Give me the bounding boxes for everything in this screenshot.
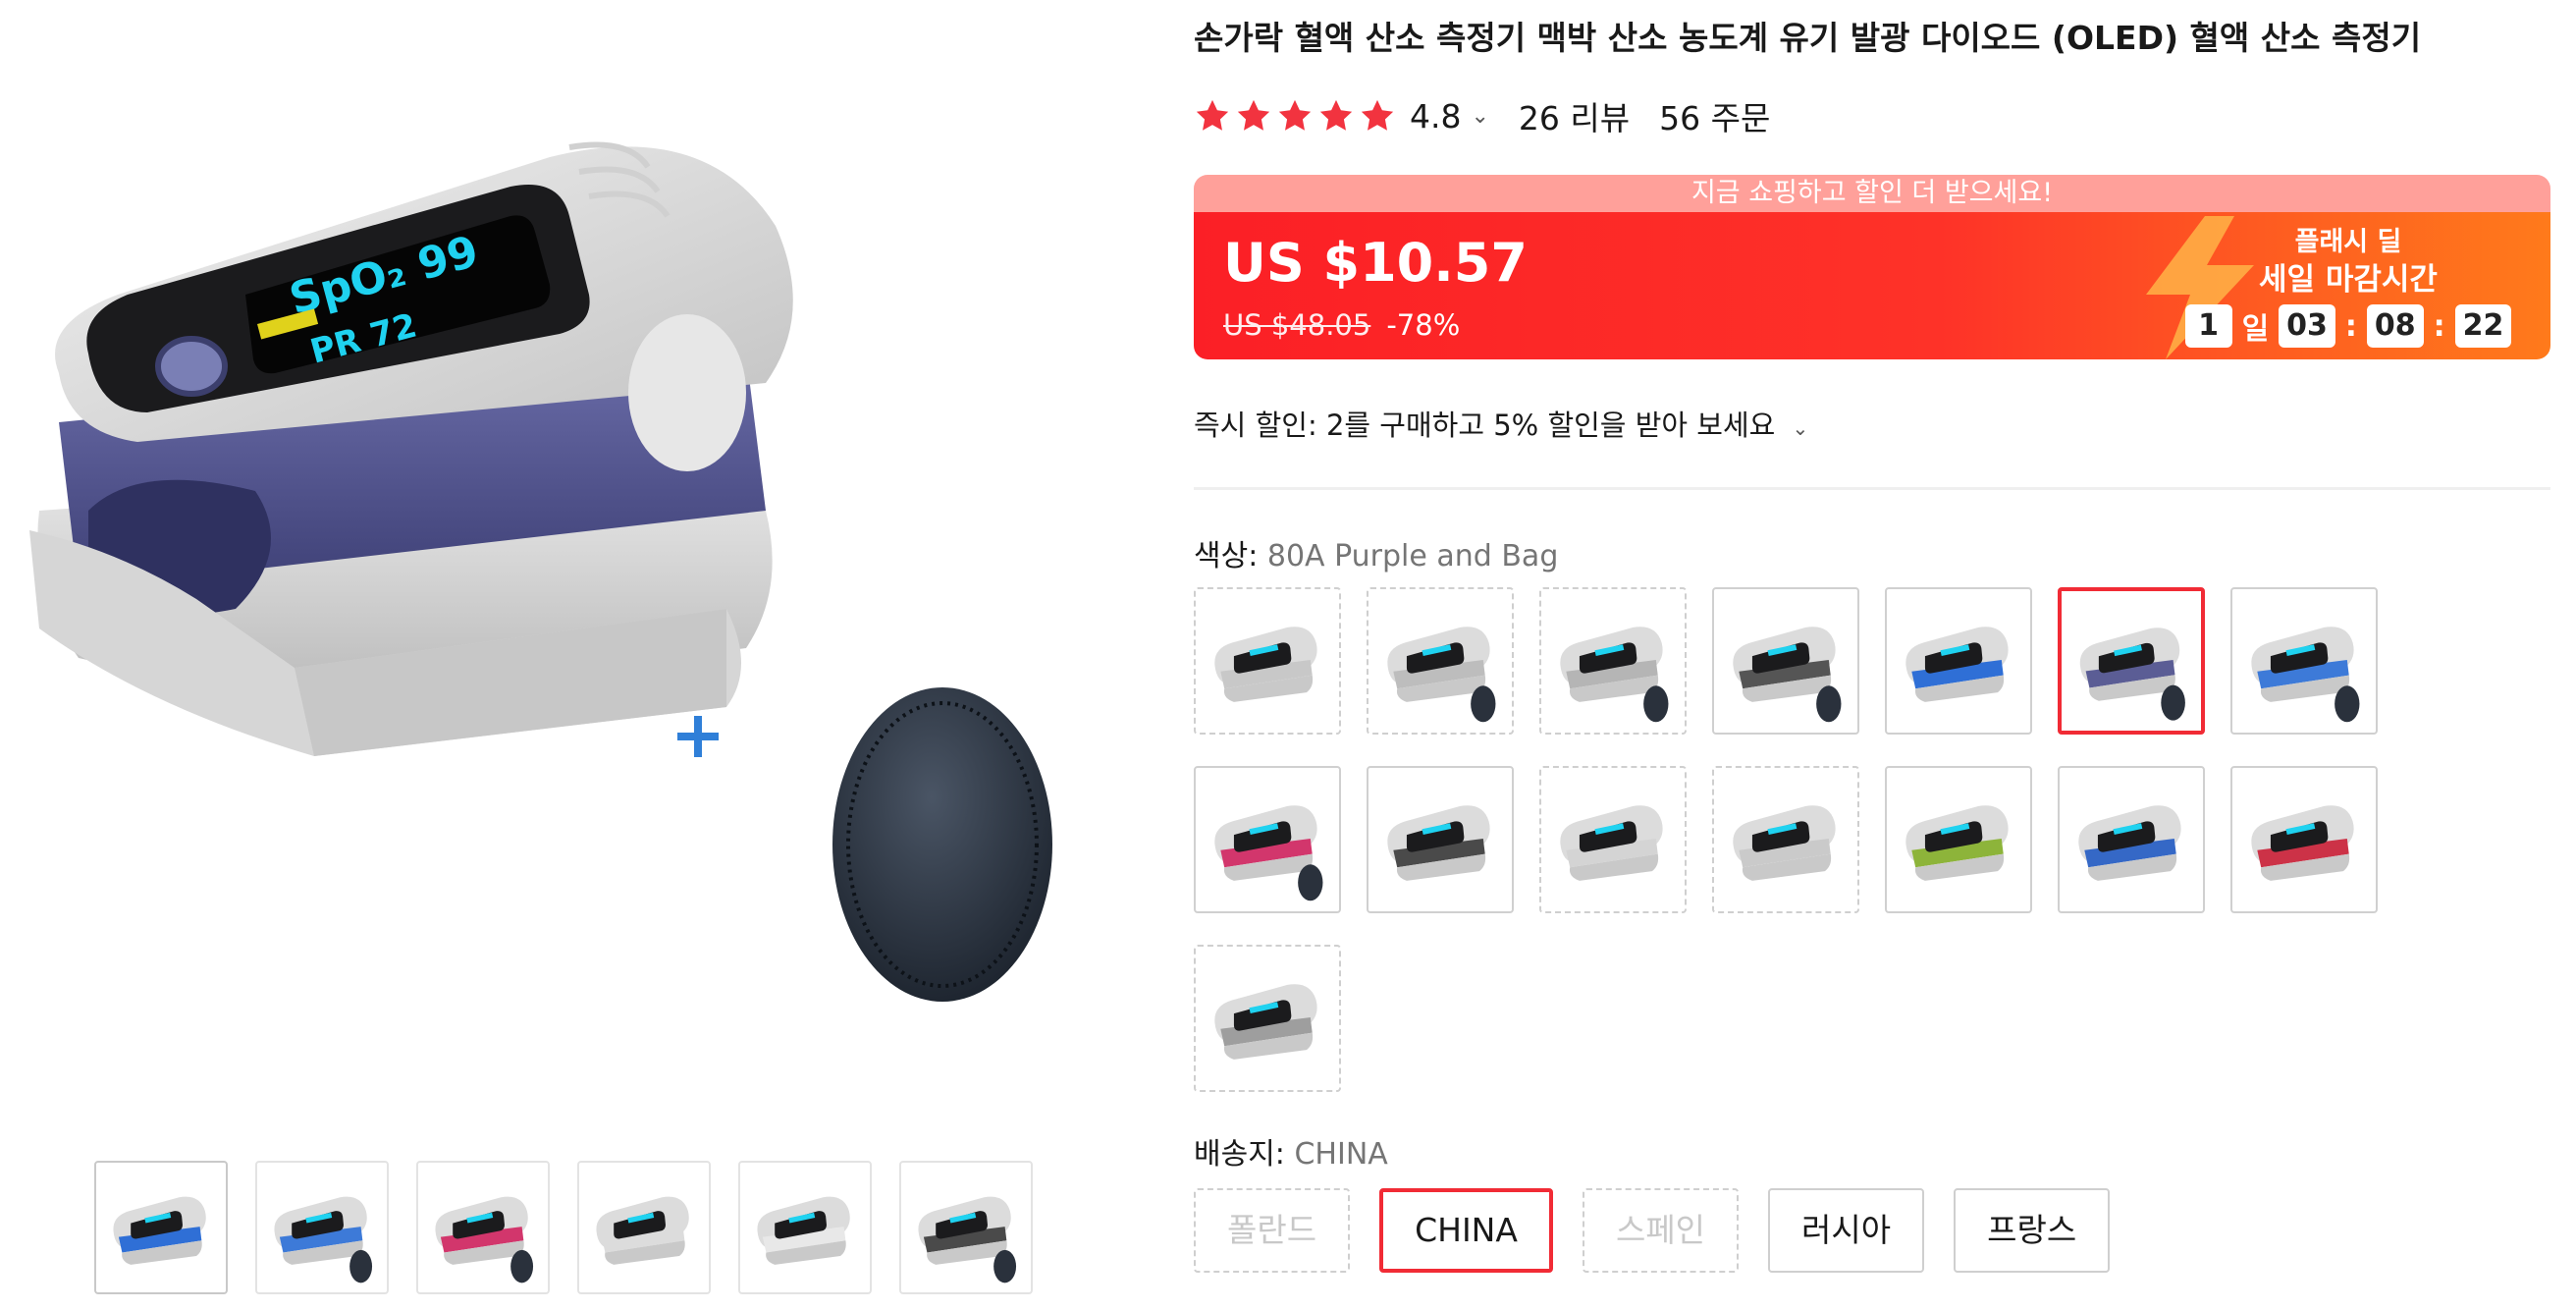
original-price-row: US $48.05 -78% bbox=[1223, 308, 1460, 342]
instant-discount-text: 2를 구매하고 5% 할인을 받아 보세요 bbox=[1325, 409, 1776, 442]
countdown-timer: 1 일 03 : 08 : 22 bbox=[2172, 304, 2525, 348]
color-swatch-white-gray-tilted[interactable] bbox=[1194, 587, 1341, 735]
color-swatch-pink-with-case[interactable] bbox=[1194, 766, 1341, 913]
thumbnail-image bbox=[757, 1196, 850, 1265]
color-swatch-green[interactable] bbox=[1885, 766, 2032, 913]
rating-stars bbox=[1194, 97, 1396, 135]
rating-row: 4.8 ⌄ 26 리뷰 56 주문 bbox=[1194, 92, 1770, 139]
original-price: US $48.05 bbox=[1223, 308, 1371, 342]
color-swatch-blue[interactable] bbox=[2058, 766, 2205, 913]
color-swatch-white-gray-with-case[interactable] bbox=[1539, 587, 1687, 735]
rating-value[interactable]: 4.8 bbox=[1410, 97, 1461, 136]
swatch-image bbox=[1560, 805, 1663, 881]
star-icon bbox=[1237, 99, 1270, 131]
swatch-image bbox=[1905, 805, 2009, 881]
countdown-day-unit: 일 bbox=[2241, 312, 2270, 347]
review-count-link[interactable]: 26 리뷰 bbox=[1519, 92, 1630, 139]
ship-from-option[interactable]: 러시아 bbox=[1768, 1188, 1925, 1273]
instant-discount-label: 즉시 할인: bbox=[1194, 409, 1317, 442]
ship-from-value: CHINA bbox=[1294, 1137, 1388, 1172]
thumbnail-image bbox=[113, 1196, 206, 1265]
thumbnail-image bbox=[918, 1196, 1017, 1283]
chevron-down-icon[interactable]: ⌄ bbox=[1471, 104, 1488, 129]
discount-percent: -78% bbox=[1386, 308, 1461, 342]
sale-ends-label: 세일 마감시간 bbox=[2259, 262, 2438, 298]
order-count: 56 주문 bbox=[1659, 99, 1771, 137]
color-swatch-blue-front[interactable] bbox=[1885, 587, 2032, 735]
swatch-image bbox=[1214, 805, 1323, 901]
thumbnail-oximeter-blue-with-case[interactable] bbox=[255, 1161, 389, 1294]
thumbnail-oximeter-pink-with-case[interactable] bbox=[416, 1161, 550, 1294]
ship-from-label: 배송지: bbox=[1194, 1137, 1285, 1172]
ship-from-options: 폴란드 CHINA 스페인 러시아 프랑스 bbox=[1194, 1188, 2111, 1273]
instant-discount[interactable]: 즉시 할인: 2를 구매하고 5% 할인을 받아 보세요 ⌄ bbox=[1194, 403, 1808, 444]
swatch-image bbox=[1733, 627, 1842, 723]
countdown-minutes: 08 bbox=[2366, 304, 2424, 348]
thumbnail-image bbox=[435, 1196, 534, 1283]
star-icon bbox=[1361, 99, 1394, 131]
color-swatch-blue-with-case[interactable] bbox=[2230, 587, 2378, 735]
flash-deal: 플래시 딜 세일 마감시간 1 일 03 : 08 : 22 bbox=[2172, 226, 2525, 348]
countdown-separator: : bbox=[2344, 308, 2357, 344]
thumbnail-oximeter-spec-sheet[interactable] bbox=[577, 1161, 711, 1294]
countdown-hours: 03 bbox=[2279, 304, 2335, 348]
pulse-oximeter-image: SpO₂ 99 PR 72 bbox=[29, 141, 1052, 1002]
ship-from-option[interactable]: CHINA bbox=[1379, 1188, 1553, 1273]
ship-from-label-row: 배송지: CHINA bbox=[1194, 1129, 1388, 1173]
color-label-row: 색상: 80A Purple and Bag bbox=[1194, 531, 1558, 574]
ship-from-option: 폴란드 bbox=[1194, 1188, 1351, 1273]
chevron-down-icon[interactable]: ⌄ bbox=[1793, 416, 1809, 440]
current-price: US $10.57 bbox=[1223, 232, 1528, 294]
ship-from-option: 스페인 bbox=[1582, 1188, 1740, 1273]
star-icon bbox=[1196, 99, 1229, 131]
thumbnail-oximeter-weight-info[interactable] bbox=[738, 1161, 872, 1294]
swatch-image bbox=[2079, 628, 2185, 721]
swatch-image bbox=[1387, 627, 1496, 723]
countdown-seconds: 22 bbox=[2454, 304, 2512, 348]
color-swatch-white-with-case[interactable] bbox=[1367, 587, 1514, 735]
color-swatch-red[interactable] bbox=[2230, 766, 2378, 913]
thumbnail-strip bbox=[94, 1161, 1033, 1294]
swatch-image bbox=[1905, 627, 2009, 702]
thumbnail-image bbox=[274, 1196, 373, 1283]
price-body: US $10.57 US $48.05 -78% 플래시 딜 세일 마감시간 1… bbox=[1194, 212, 2550, 359]
countdown-separator: : bbox=[2433, 308, 2445, 344]
star-icon bbox=[1278, 99, 1312, 131]
promo-strip: 지금 쇼핑하고 할인 더 받으세요! bbox=[1194, 175, 2550, 212]
color-swatch-black-gray[interactable] bbox=[1367, 766, 1514, 913]
swatch-image bbox=[2251, 627, 2360, 723]
ship-from-option[interactable]: 프랑스 bbox=[1954, 1188, 2111, 1273]
swatch-image bbox=[1560, 627, 1669, 723]
price-banner: 지금 쇼핑하고 할인 더 받으세요! US $10.57 US $48.05 -… bbox=[1194, 175, 2550, 359]
thumbnail-oximeter-blue-front[interactable] bbox=[94, 1161, 228, 1294]
swatch-image bbox=[1733, 805, 1836, 881]
swatch-image bbox=[1387, 805, 1490, 881]
swatch-image bbox=[2251, 805, 2354, 881]
countdown-days: 1 bbox=[2184, 304, 2232, 348]
color-swatch-gray-tilted[interactable] bbox=[1194, 945, 1341, 1092]
swatch-image bbox=[1214, 627, 1317, 702]
main-product-image[interactable]: SpO₂ 99 PR 72 bbox=[0, 0, 1060, 1119]
color-swatch-white-upright-2[interactable] bbox=[1712, 766, 1859, 913]
thumbnail-oximeter-black-with-case[interactable] bbox=[899, 1161, 1033, 1294]
color-selected-value: 80A Purple and Bag bbox=[1266, 539, 1559, 573]
swatch-image bbox=[2078, 805, 2181, 881]
color-swatch-purple-and-bag[interactable] bbox=[2058, 587, 2205, 735]
thumbnail-image bbox=[596, 1196, 689, 1265]
swatch-image bbox=[1214, 984, 1317, 1060]
color-swatch-white-upright[interactable] bbox=[1539, 766, 1687, 913]
flash-deal-title: 플래시 딜 bbox=[2294, 227, 2402, 257]
product-title: 손가락 혈액 산소 측정기 맥박 산소 농도계 유기 발광 다이오드 (OLED… bbox=[1194, 19, 2422, 57]
color-swatch-grid bbox=[1194, 587, 2431, 1092]
star-icon bbox=[1319, 99, 1353, 131]
section-divider bbox=[1194, 487, 2550, 490]
color-swatch-black-with-case[interactable] bbox=[1712, 587, 1859, 735]
color-label: 색상: bbox=[1194, 539, 1259, 573]
